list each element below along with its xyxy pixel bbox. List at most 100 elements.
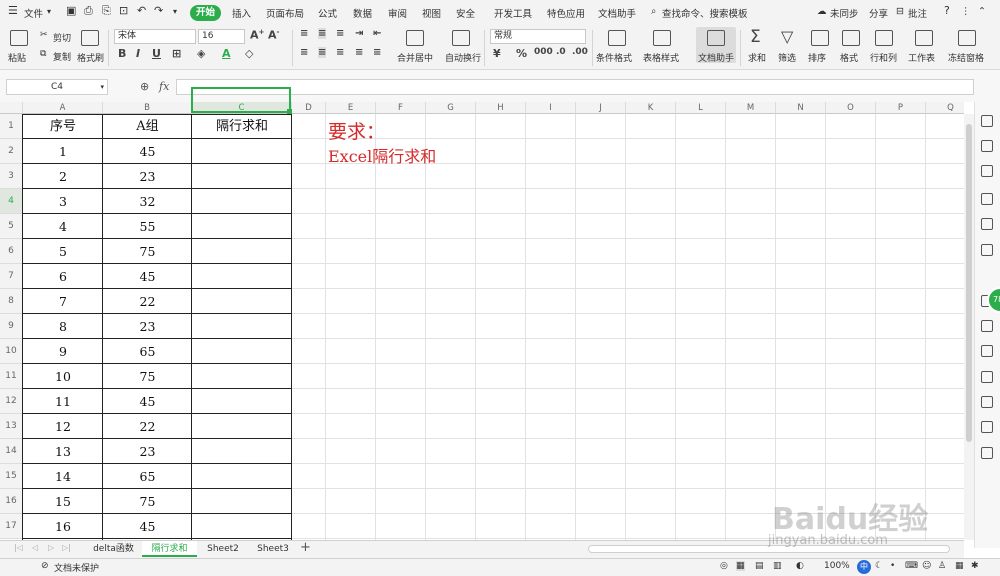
prev-sheet-icon[interactable]: ◁ [32,543,38,552]
reading-icon[interactable]: ◐ [796,561,804,571]
align-right-icon[interactable]: ≡ [336,47,344,58]
selected-cell[interactable] [191,87,291,113]
dot-icon[interactable]: • [890,561,895,571]
table-cell[interactable]: 4 [23,214,103,239]
vertical-scroll-thumb[interactable] [966,124,972,442]
table-cell[interactable]: 7 [23,289,103,314]
font-grow-icon[interactable]: A+ [250,28,264,42]
tab-doc-helper[interactable]: 文档助手 [598,6,636,20]
sheet-tab-active[interactable]: 隔行求和 [142,541,197,557]
table-cell[interactable]: 11 [23,389,103,414]
help-icon[interactable]: ? [944,4,950,17]
shirt-icon[interactable]: ♙ [938,561,946,571]
table-cell[interactable]: 9 [23,339,103,364]
worksheet-icon[interactable] [915,30,933,46]
tab-page-layout[interactable]: 页面布局 [266,6,304,20]
keyboard-icon[interactable]: ⌨ [905,561,918,571]
page-break-icon[interactable]: ▥ [773,561,782,571]
row-header[interactable]: 5 [0,214,23,239]
sum-button[interactable]: 求和 [748,51,766,64]
name-box[interactable]: C4 ▾ [6,79,108,95]
table-cell[interactable]: 65 [103,464,192,489]
column-header[interactable]: F [376,102,426,114]
table-cell[interactable]: 75 [103,239,192,264]
table-cell[interactable]: 15 [23,489,103,514]
outdent-icon[interactable]: ⇤ [373,28,381,39]
decimal-increase-icon[interactable]: .0 [556,47,566,57]
worksheet-button[interactable]: 工作表 [908,51,935,64]
currency-icon[interactable]: ¥ [493,47,501,60]
conditional-format-button[interactable]: 条件格式 [596,51,632,64]
column-header[interactable]: B [103,102,192,114]
user-icon[interactable]: ☺ [922,561,931,571]
paste-icon[interactable] [10,30,28,46]
align-center-icon[interactable]: ≡ [318,47,327,58]
command-search[interactable]: 查找命令、搜索模板 [662,6,748,20]
table-cell[interactable] [192,214,292,239]
row-col-button[interactable]: 行和列 [870,51,897,64]
row-header[interactable]: 7 [0,264,23,289]
tab-insert[interactable]: 插入 [232,6,251,20]
filter-icon[interactable]: ▽ [781,27,793,46]
row-header[interactable]: 15 [0,464,23,489]
font-shrink-icon[interactable]: A- [268,28,279,42]
merge-center-icon[interactable] [406,30,424,46]
format-button[interactable]: 格式 [840,51,858,64]
share-icon[interactable] [981,320,993,332]
table-header-cell[interactable]: 序号 [23,114,103,139]
font-name-select[interactable]: 宋体 [114,29,196,44]
align-left-icon[interactable]: ≡ [300,47,308,58]
row-header[interactable]: 17 [0,514,23,539]
hamburger-icon[interactable]: ☰ [8,4,18,17]
sheet-tab-delta[interactable]: delta函数 [85,541,142,557]
worksheet-grid[interactable]: A B C D E F G H I J K L M N O P Q 1 2 3 4 5 6 7 8 9 10 11 12 13 14 15 16… [0,102,964,540]
sort-icon[interactable] [811,30,829,46]
doc-helper-icon[interactable] [707,30,725,46]
sheet-tab-sheet3[interactable]: Sheet3 [249,541,297,557]
table-header-cell[interactable]: A组 [103,114,192,139]
percent-button[interactable]: % [516,47,527,60]
table-cell[interactable] [192,314,292,339]
column-header[interactable]: D [292,102,326,114]
table-cell[interactable]: 75 [103,364,192,389]
protect-status[interactable]: 文档未保护 [54,561,99,574]
font-color-icon[interactable]: A [222,47,231,60]
table-cell[interactable] [192,164,292,189]
wrap-text-button[interactable]: 自动换行 [445,51,481,64]
indent-icon[interactable]: ⇥ [355,28,363,39]
row-header[interactable]: 13 [0,414,23,439]
row-header[interactable]: 14 [0,439,23,464]
more-icon[interactable]: ⋮ [961,6,971,17]
zoom-level[interactable]: 100% [824,561,850,571]
column-header[interactable]: K [626,102,676,114]
table-cell[interactable]: 23 [103,439,192,464]
export-icon[interactable]: ⎙ [84,4,93,18]
wrap-text-icon[interactable] [452,30,470,46]
column-header[interactable]: N [776,102,826,114]
moon-icon[interactable]: ☾ [875,561,883,571]
collapse-icon[interactable]: ⌃ [978,6,986,17]
table-cell[interactable]: 22 [103,414,192,439]
table-cell[interactable]: 55 [103,214,192,239]
justify-icon[interactable]: ≡ [355,47,363,58]
table-cell[interactable]: 2 [23,164,103,189]
table-cell[interactable] [192,264,292,289]
sum-icon[interactable]: Σ [750,27,761,47]
font-size-select[interactable]: 16 [198,29,245,44]
distribute-icon[interactable]: ≡ [373,47,381,58]
format-icon[interactable] [842,30,860,46]
table-cell[interactable]: 65 [103,339,192,364]
table-cell[interactable]: 14 [23,464,103,489]
formula-input[interactable] [176,79,974,95]
row-header[interactable]: 4 [0,189,23,214]
sheet-tab-sheet2[interactable]: Sheet2 [199,541,247,557]
column-header[interactable]: P [876,102,926,114]
italic-icon[interactable]: I [136,47,140,60]
row-header[interactable]: 2 [0,139,23,164]
freeze-icon[interactable] [958,30,976,46]
table-cell[interactable] [192,289,292,314]
grid-status-icon[interactable]: ▦ [955,561,964,571]
undo-icon[interactable]: ↶ [137,4,146,17]
table-icon[interactable] [981,193,993,205]
align-bottom-icon[interactable]: ≡ [336,28,344,39]
